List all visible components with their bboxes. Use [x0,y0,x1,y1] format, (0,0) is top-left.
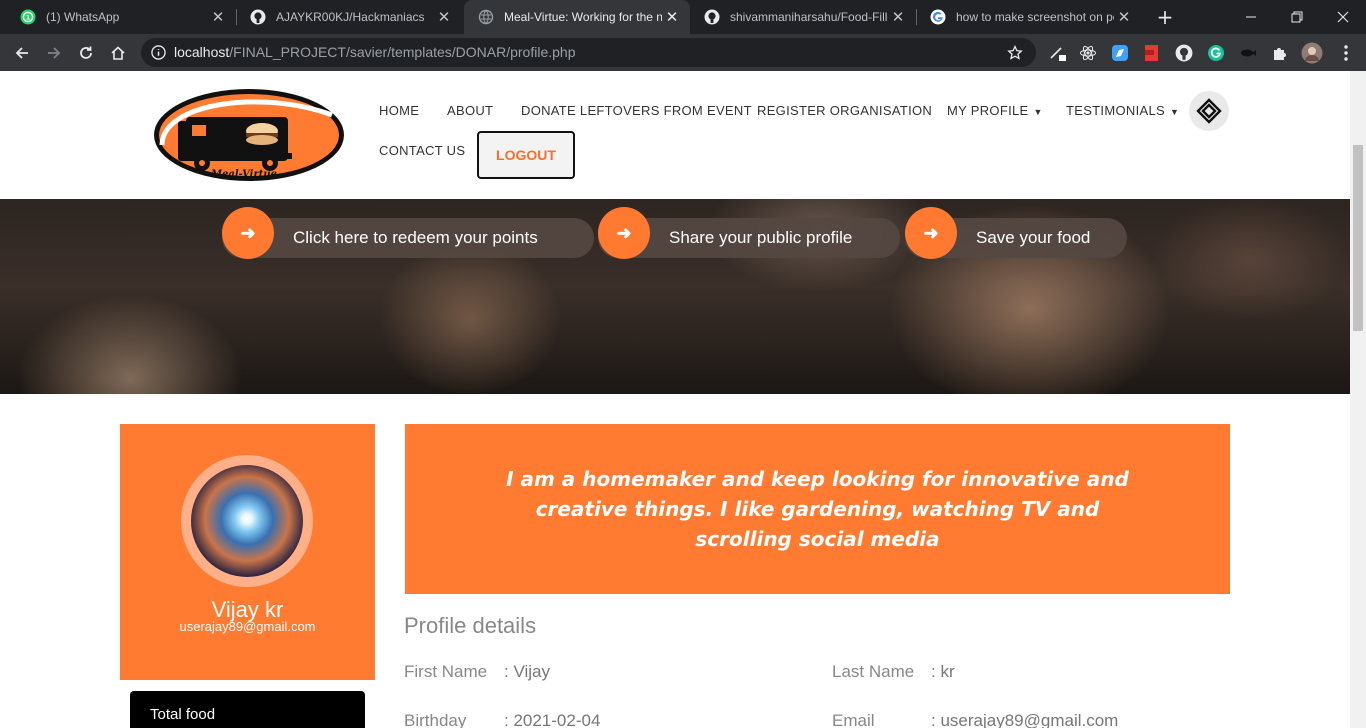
profile-email: userajay89@gmail.com [179,619,316,634]
nav-my-profile[interactable]: MY PROFILE ▼ [947,103,1043,118]
first-name-label: First Name [404,662,488,681]
profile-avatar-icon[interactable] [1298,39,1326,67]
gravatar-icon[interactable] [1189,91,1229,131]
arrow-right-icon: ➜ [598,207,650,259]
save-food-label: Save your food [976,228,1091,247]
svg-text:1: 1 [26,14,31,22]
nav-home[interactable]: HOME [379,103,419,118]
grammarly-icon[interactable] [1202,39,1230,67]
tab-food-filler[interactable]: shivammaniharsahu/Food-Fille ✕ [690,0,916,34]
logo-text: Meal-Virtue [210,169,277,180]
pdf-extension-icon[interactable] [1138,39,1166,67]
forward-icon[interactable] [40,39,68,67]
scrollbar-thumb[interactable] [1353,145,1363,331]
react-devtools-icon[interactable] [1074,39,1102,67]
browser-menu-icon[interactable] [1332,39,1360,67]
avatar-frame [181,455,313,587]
meal-virtue-logo[interactable]: Meal-Virtue [152,87,346,183]
tab-title: (1) WhatsApp [46,10,120,24]
tab-title: Meal-Virtue: Working for the n [504,10,662,24]
redeem-points-label: Click here to redeem your points [293,228,538,247]
close-tab-icon[interactable]: ✕ [662,8,682,26]
minimize-window-icon[interactable] [1228,0,1274,34]
reload-icon[interactable] [72,39,100,67]
close-tab-icon[interactable]: ✕ [888,8,908,26]
last-name-label: Last Name [832,662,915,681]
nav-testimonials-label: TESTIMONIALS [1066,103,1165,118]
save-food-button[interactable]: ➜ Save your food [905,207,1127,259]
profile-card: Vijay kr userajay89@gmail.com [120,424,375,680]
tab-whatsapp[interactable]: 1 (1) WhatsApp ✕ [6,0,236,34]
whatsapp-icon: 1 [20,9,36,25]
browser-tab-strip: 1 (1) WhatsApp ✕ AJAYKR00KJ/Hackmaniacs … [0,0,1366,34]
google-icon [930,9,946,25]
close-tab-icon[interactable]: ✕ [1114,8,1134,26]
tab-google-search[interactable]: how to make screenshot on pc ✕ [916,0,1142,34]
arrow-right-icon: ➜ [222,207,274,259]
close-window-icon[interactable] [1320,0,1366,34]
compass-extension-icon[interactable] [1106,39,1134,67]
github-extension-icon[interactable] [1170,39,1198,67]
restore-window-icon[interactable] [1274,0,1320,34]
about-me-text: I am a homemaker and keep looking for in… [506,467,1129,551]
nav-donate-leftovers[interactable]: DONATE LEFTOVERS FROM EVENT [521,103,752,118]
close-tab-icon[interactable]: ✕ [208,8,228,26]
arrow-right-icon: ➜ [905,207,957,259]
address-bar[interactable]: localhost/FINAL_PROJECT/savier/templates… [141,38,1036,67]
tab-hackmaniacs[interactable]: AJAYKR00KJ/Hackmaniacs ✕ [236,0,462,34]
chevron-down-icon: ▼ [1169,107,1180,117]
tab-title: how to make screenshot on pc [956,10,1114,24]
hero-banner: ➜ Click here to redeem your points ➜ Sha… [0,199,1350,394]
url-host: localhost [174,44,230,60]
home-icon[interactable] [104,39,132,67]
nav-about[interactable]: ABOUT [447,103,493,118]
chevron-down-icon: ▼ [1033,107,1043,117]
first-name-value: : Vijay [504,662,550,681]
fish-extension-icon[interactable] [1234,39,1262,67]
logout-button[interactable]: LOGOUT [477,131,575,179]
nav-contact-us[interactable]: CONTACT US [379,143,465,158]
last-name-value: : kr [931,662,955,681]
info-icon[interactable] [151,45,166,60]
new-tab-button[interactable]: + [1153,5,1177,29]
share-profile-label: Share your public profile [669,228,853,247]
nav-register-organisation[interactable]: REGISTER ORGANISATION [757,103,932,118]
birthday-label: Birthday [404,711,467,728]
bookmark-star-icon[interactable] [1007,45,1023,61]
browser-toolbar: localhost/FINAL_PROJECT/savier/templates… [0,34,1366,71]
tab-meal-virtue[interactable]: Meal-Virtue: Working for the n ✕ [464,0,690,34]
nav-testimonials[interactable]: TESTIMONIALS ▼ [1066,103,1179,118]
email-label: Email [832,711,875,728]
profile-details-heading: Profile details [404,613,537,638]
tab-title: AJAYKR00KJ/Hackmaniacs [276,10,425,24]
back-icon[interactable] [8,39,36,67]
share-profile-button[interactable]: ➜ Share your public profile [598,207,900,259]
github-icon [704,9,720,25]
about-me-box: I am a homemaker and keep looking for in… [405,424,1230,594]
birthday-value: : 2021-02-04 [504,711,601,728]
tab-title: shivammaniharsahu/Food-Fille [730,10,888,24]
extensions-puzzle-icon[interactable] [1266,39,1294,67]
close-tab-icon[interactable]: ✕ [434,8,454,26]
url-path: /FINAL_PROJECT/savier/templates/DONAR/pr… [229,44,576,60]
page-viewport: Meal-Virtue HOME ABOUT DONATE LEFTOVERS … [0,71,1350,728]
github-icon [250,9,266,25]
email-value: : userajay89@gmail.com [931,711,1119,728]
site-header: Meal-Virtue HOME ABOUT DONATE LEFTOVERS … [0,71,1350,199]
total-food-stat: Total food [130,691,365,728]
nav-my-profile-label: MY PROFILE [947,103,1029,118]
pen-extension-icon[interactable] [1044,39,1072,67]
total-food-label: Total food [150,706,216,723]
page-scrollbar[interactable] [1350,71,1366,728]
redeem-points-button[interactable]: ➜ Click here to redeem your points [222,207,594,259]
globe-icon [478,9,494,25]
url-text: localhost/FINAL_PROJECT/savier/templates… [174,44,576,60]
avatar [191,465,303,577]
